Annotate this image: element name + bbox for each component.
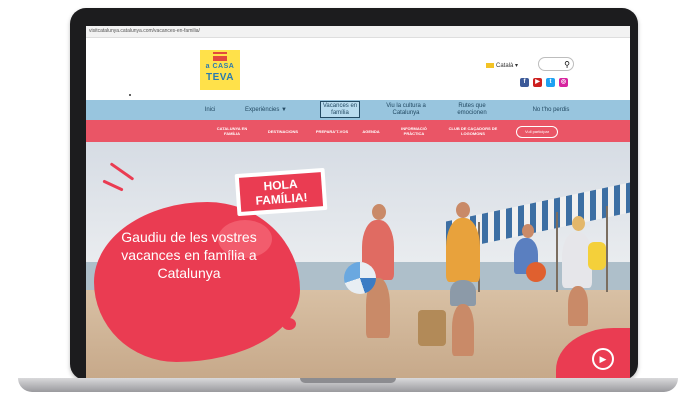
nav-item-cultura[interactable]: Viu la cultura a Catalunya <box>380 100 432 120</box>
main-nav: Inici Experiències ▼ Vacances en família… <box>86 100 630 120</box>
person-legs <box>568 286 588 326</box>
language-selector[interactable]: Català ▾ <box>486 62 518 69</box>
facebook-icon[interactable]: f <box>520 78 529 87</box>
language-label: Català ▾ <box>496 63 519 69</box>
search-input[interactable]: ⚲ <box>538 57 574 71</box>
awning-pole <box>556 212 558 292</box>
youtube-icon[interactable]: ▶ <box>533 78 542 87</box>
browser-screen: visitcatalunya.catalunya.com/vacances-en… <box>86 26 630 378</box>
person-legs <box>452 304 474 356</box>
subnav-item-informacio[interactable]: INFORMACIÓ PRÀCTICA <box>392 120 436 142</box>
subnav-item-destinacions[interactable]: DESTINACIONS <box>262 120 304 142</box>
hero-banner: Gaudiu de les vostres vacances en famíli… <box>86 142 630 378</box>
search-icon[interactable]: ⚲ <box>564 60 570 69</box>
twitter-icon[interactable]: t <box>546 78 555 87</box>
nav-item-vacances-familia[interactable]: Vacances en família <box>320 101 360 118</box>
nav-item-no-tho-perdis[interactable]: No t'ho perdis <box>526 100 576 120</box>
person-head <box>456 202 470 218</box>
beach-toy <box>588 242 606 270</box>
person-head <box>572 216 585 231</box>
subnav-item-catalunya-familia[interactable]: CATALUNYA EN FAMÍLIA <box>214 120 250 142</box>
flag-icon <box>486 63 494 68</box>
subnav-item-preparatvos[interactable]: PREPARA'T-VOS <box>312 120 352 142</box>
person-child-shorts <box>526 262 546 282</box>
hola-familia-inner: HOLA FAMÍLIA! <box>238 172 324 212</box>
participate-button[interactable]: Vull participar <box>516 126 558 138</box>
laptop-notch <box>300 378 396 383</box>
nav-item-inici[interactable]: Inici <box>190 100 230 120</box>
social-links: f ▶ t ◎ <box>520 78 568 87</box>
beach-ball <box>344 262 376 294</box>
person-head <box>522 224 534 238</box>
subnav-item-club-logomons[interactable]: CLUB DE CAÇADORS DE LOGOMONS <box>442 120 504 142</box>
hola-familia-badge: HOLA FAMÍLIA! <box>234 167 328 217</box>
hero-headline: Gaudiu de les vostres vacances en famíli… <box>121 229 257 281</box>
instagram-icon[interactable]: ◎ <box>559 78 568 87</box>
person-head <box>372 204 386 220</box>
logo-text-bottom: TEVA <box>206 72 234 83</box>
person-father <box>446 218 480 282</box>
play-icon[interactable]: ▶ <box>592 348 614 370</box>
logo-emblem <box>213 52 227 61</box>
beach-bag <box>418 310 446 346</box>
subnav-item-agenda[interactable]: AGENDA <box>356 120 386 142</box>
decor-dot <box>129 94 131 96</box>
nav-item-experiencies[interactable]: Experiències ▼ <box>238 100 294 120</box>
nav-item-rutes[interactable]: Rutes que emocionen <box>448 100 496 120</box>
person-shorts <box>450 280 476 306</box>
logo-text-top: a CASA <box>205 63 235 70</box>
awning-pole <box>606 206 608 292</box>
site-logo[interactable]: a CASA TEVA <box>200 50 240 90</box>
address-bar[interactable]: visitcatalunya.catalunya.com/vacances-en… <box>86 26 630 38</box>
decor-drop <box>282 318 296 330</box>
sub-nav: CATALUNYA EN FAMÍLIA DESTINACIONS PREPAR… <box>86 120 630 142</box>
